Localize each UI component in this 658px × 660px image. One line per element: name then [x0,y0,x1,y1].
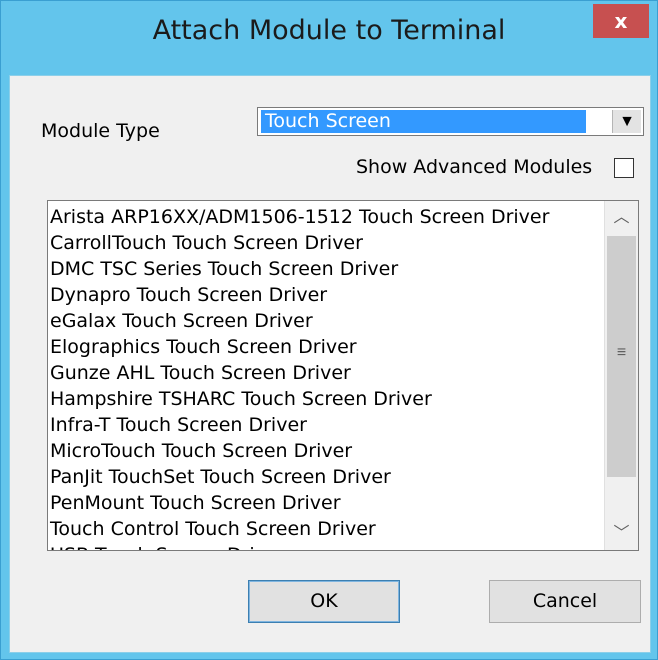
module-list: Arista ARP16XX/ADM1506-1512 Touch Screen… [50,204,598,550]
show-advanced-checkbox[interactable] [614,158,634,178]
list-item[interactable]: DMC TSC Series Touch Screen Driver [50,256,598,282]
cancel-button[interactable]: Cancel [489,580,641,623]
list-item[interactable]: PenMount Touch Screen Driver [50,490,598,516]
list-item[interactable]: Elographics Touch Screen Driver [50,334,598,360]
module-type-dropdown[interactable]: Touch Screen ▼ [257,107,644,136]
close-icon: x [614,9,628,33]
dialog-window: Attach Module to Terminal x Module Type … [0,0,658,660]
list-item[interactable]: Hampshire TSHARC Touch Screen Driver [50,386,598,412]
window-title: Attach Module to Terminal [152,15,506,46]
module-type-value: Touch Screen [261,110,586,133]
chevron-down-icon[interactable]: ▼ [612,110,641,133]
ok-button[interactable]: OK [248,580,400,623]
vertical-scrollbar[interactable]: ︿ ≡ ﹀ [604,201,638,550]
grip-icon: ≡ [616,344,627,361]
list-item[interactable]: Touch Control Touch Screen Driver [50,516,598,542]
module-listbox[interactable]: Arista ARP16XX/ADM1506-1512 Touch Screen… [47,200,639,551]
chevron-down-icon[interactable]: ﹀ [605,517,638,550]
list-item[interactable]: CarrollTouch Touch Screen Driver [50,230,598,256]
list-item[interactable]: USB Touch Screen Driver [50,542,598,550]
list-item[interactable]: PanJit TouchSet Touch Screen Driver [50,464,598,490]
chevron-up-icon[interactable]: ︿ [605,201,638,234]
list-item[interactable]: Gunze AHL Touch Screen Driver [50,360,598,386]
list-item[interactable]: Arista ARP16XX/ADM1506-1512 Touch Screen… [50,204,598,230]
title-bar[interactable]: Attach Module to Terminal x [1,1,657,76]
list-item[interactable]: MicroTouch Touch Screen Driver [50,438,598,464]
list-item[interactable]: Infra-T Touch Screen Driver [50,412,598,438]
dialog-client-area: Module Type Touch Screen ▼ Show Advanced… [9,75,651,653]
module-type-label: Module Type [41,120,160,142]
close-button[interactable]: x [593,4,649,38]
list-item[interactable]: Dynapro Touch Screen Driver [50,282,598,308]
scroll-thumb[interactable]: ≡ [607,236,636,477]
show-advanced-label: Show Advanced Modules [356,156,593,178]
list-item[interactable]: eGalax Touch Screen Driver [50,308,598,334]
